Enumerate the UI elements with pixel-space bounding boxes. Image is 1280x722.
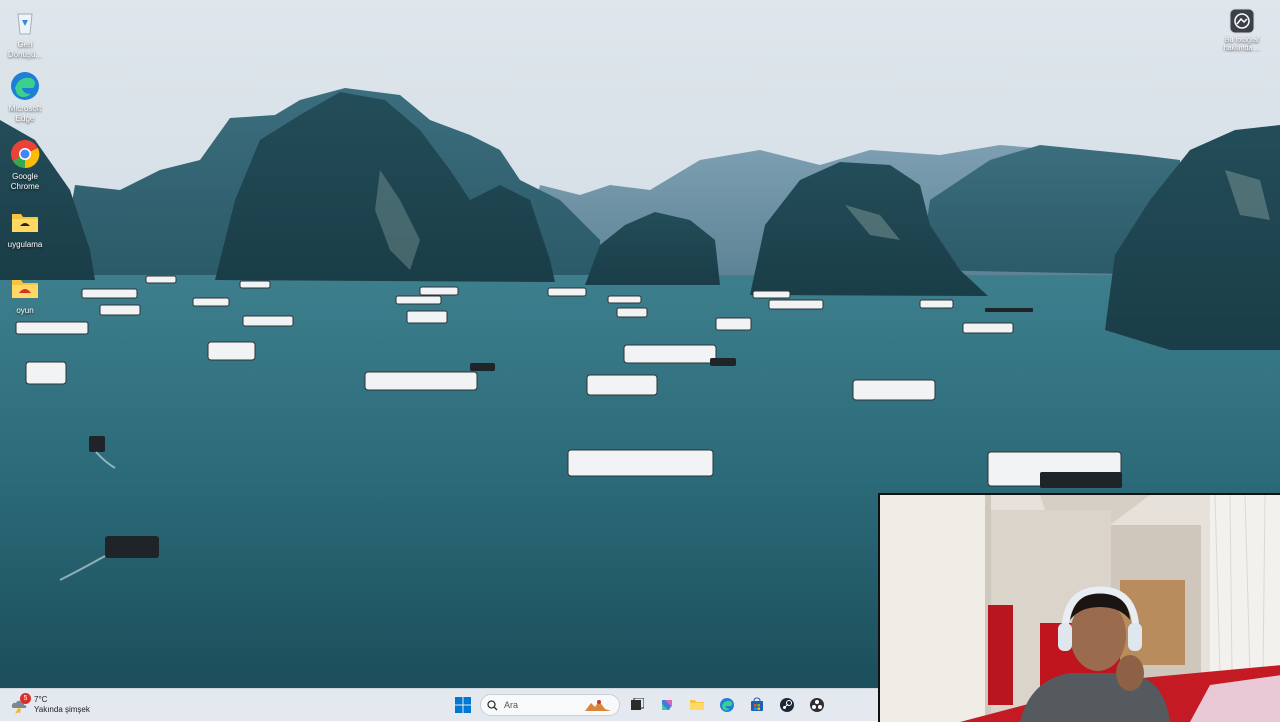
recycle-bin-label: Geri Dönüşü... (7, 40, 43, 59)
store-icon (751, 697, 763, 711)
search-input[interactable]: Ara (480, 694, 620, 716)
weather-temp: 7°C (34, 695, 48, 704)
folder-icon (690, 700, 704, 710)
search-highlight-icon (585, 700, 611, 711)
edge-icon (720, 698, 734, 712)
obs-icon (810, 698, 824, 712)
about-photo-label: Bu fotoğraf hakkında ... (1223, 37, 1261, 52)
edge-icon (11, 72, 39, 100)
store-button[interactable] (744, 692, 770, 718)
task-view-icon (631, 698, 644, 710)
copilot-icon (662, 700, 672, 710)
edge-shortcut[interactable]: Microsoft Edge (0, 70, 50, 124)
about-photo-shortcut[interactable]: Bu fotoğraf hakkında ... (1218, 8, 1266, 53)
obs-button[interactable] (804, 692, 830, 718)
weather-badge: 5 (20, 693, 31, 704)
taskbar: 5 7°C Yakında şimşek Ara (0, 688, 878, 721)
storm-cloud-icon: 5 (10, 693, 31, 715)
edge-label: Microsoft Edge (8, 104, 42, 123)
search-icon (487, 699, 498, 710)
oyun-folder[interactable]: oyun (0, 272, 50, 316)
chrome-icon (11, 140, 40, 169)
uygulama-label: uygulama (7, 240, 43, 249)
edge-taskbar-button[interactable] (714, 692, 740, 718)
webcam-overlay (878, 493, 1280, 722)
oyun-label: oyun (16, 306, 34, 315)
recycle-bin-shortcut[interactable]: Geri Dönüşü... (0, 6, 50, 60)
webcam-feed (880, 495, 1280, 722)
weather-widget[interactable]: 5 7°C Yakında şimşek (10, 692, 90, 718)
copilot-button[interactable] (654, 692, 680, 718)
chrome-shortcut[interactable]: Google Chrome (0, 138, 50, 192)
folder-icon (12, 280, 38, 298)
taskbar-center: Ara (450, 692, 830, 718)
folder-icon (12, 214, 38, 232)
windows-icon (455, 697, 471, 713)
start-button[interactable] (450, 692, 476, 718)
steam-icon (780, 698, 794, 712)
uygulama-folder[interactable]: uygulama (0, 206, 50, 250)
steam-button[interactable] (774, 692, 800, 718)
camera-icon (1229, 8, 1255, 34)
weather-desc: Yakında şimşek (34, 705, 90, 714)
recycle-bin-icon (17, 13, 33, 35)
file-explorer-button[interactable] (684, 692, 710, 718)
task-view-button[interactable] (624, 692, 650, 718)
search-placeholder: Ara (504, 700, 519, 710)
chrome-label: Google Chrome (10, 172, 40, 191)
